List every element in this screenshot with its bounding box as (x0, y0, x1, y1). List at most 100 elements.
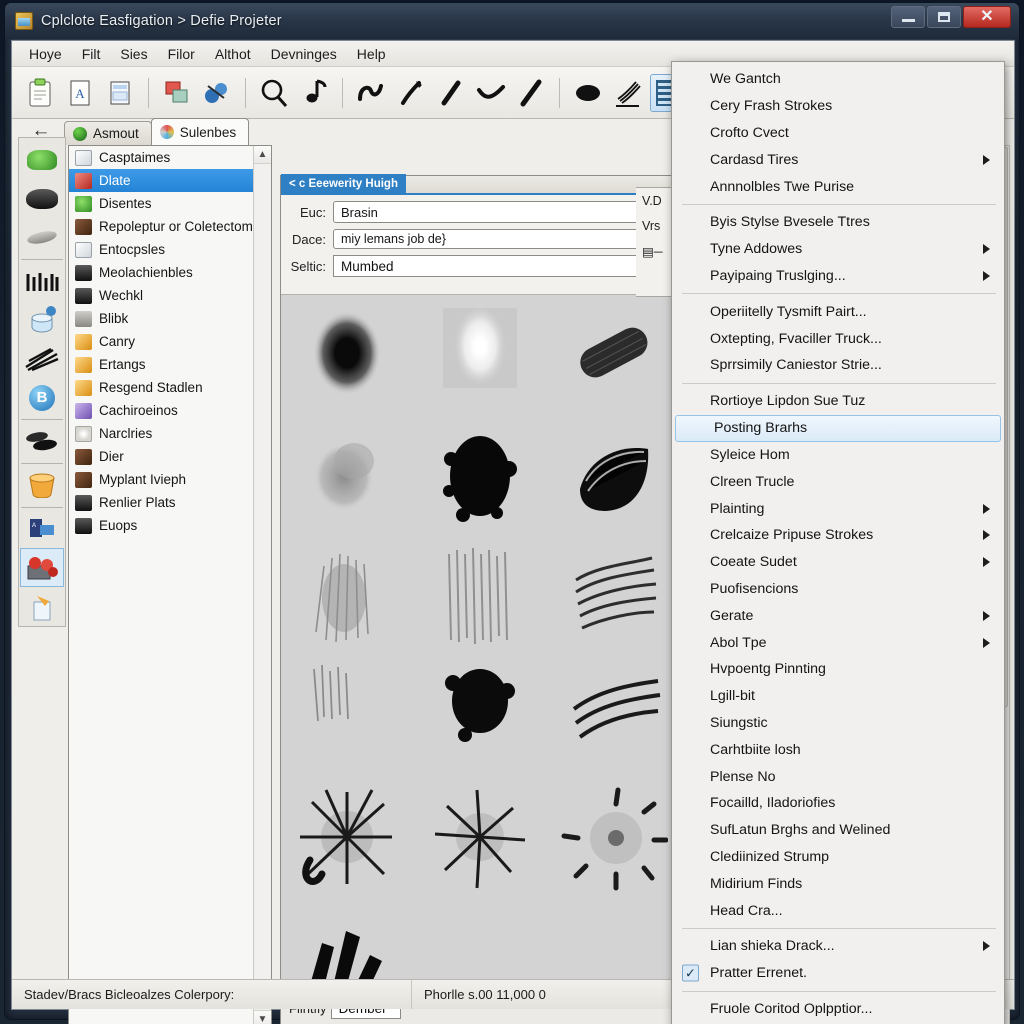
context-menu-item[interactable]: ✓ Pratter Errenet. (672, 960, 1004, 987)
bucket-tool[interactable] (20, 466, 64, 505)
list-item[interactable]: Dlate (69, 169, 253, 192)
jar-tool[interactable] (20, 301, 64, 340)
blob-black-tool[interactable] (20, 180, 64, 219)
context-menu-item[interactable]: Tyne Addowes (672, 236, 1004, 263)
menu-item-althot[interactable]: Althot (206, 43, 260, 65)
menu-item-filor[interactable]: Filor (159, 43, 204, 65)
tab-asmout[interactable]: Asmout (64, 121, 152, 145)
list-item[interactable]: Blibk (69, 307, 253, 330)
scroll-down-button[interactable]: ▼ (254, 1010, 271, 1024)
brush-swatch[interactable] (558, 298, 668, 413)
list-item[interactable]: Cachiroeinos (69, 399, 253, 422)
dace-combobox[interactable]: miy lemans job de} (333, 229, 653, 249)
context-menu-item[interactable]: Byis Stylse Bvesele Ttres (672, 209, 1004, 236)
rake-icon[interactable] (610, 74, 646, 112)
palette-icon[interactable] (199, 74, 235, 112)
list-item[interactable]: Casptaimes (69, 146, 253, 169)
close-button[interactable]: ✕ (963, 6, 1011, 28)
list-item[interactable]: Meolachienbles (69, 261, 253, 284)
menu-item-devninges[interactable]: Devninges (262, 43, 346, 65)
scratch-tool[interactable] (20, 340, 64, 379)
pen-icon[interactable] (393, 74, 429, 112)
sponge-tool[interactable] (20, 422, 64, 461)
context-menu-item[interactable]: Abol Tpe (672, 629, 1004, 656)
context-menu-item[interactable]: Plense No (672, 763, 1004, 790)
brush-swatch[interactable] (425, 419, 535, 534)
context-menu[interactable]: We Gantch Cery Frash Strokes Crofto Cvect C… (671, 61, 1005, 1024)
list-item[interactable]: Ertangs (69, 353, 253, 376)
layers-icon[interactable] (159, 74, 195, 112)
context-menu-item[interactable]: Posting Brarhs (675, 414, 1001, 442)
brush-swatch[interactable] (292, 661, 402, 776)
brush-swatch[interactable] (558, 419, 668, 534)
list-item[interactable]: Wechkl (69, 284, 253, 307)
brush-swatch[interactable] (558, 661, 668, 776)
blob-icon[interactable] (570, 74, 606, 112)
list-item[interactable]: Disentes (69, 192, 253, 215)
context-menu-item[interactable]: Rortioye Lipdon Sue Tuz (672, 388, 1004, 415)
menu-item-hoye[interactable]: Hoye (20, 43, 71, 65)
context-menu-item[interactable]: Cery Frash Strokes (672, 93, 1004, 120)
clipboard-icon[interactable] (22, 74, 58, 112)
blender-b-tool[interactable]: B (20, 378, 64, 417)
note-icon[interactable] (296, 74, 332, 112)
context-menu-item[interactable]: Crelcaize Pripuse Strokes (672, 522, 1004, 549)
minimize-button[interactable] (891, 6, 925, 28)
tab-sulenbes[interactable]: Sulenbes (150, 118, 250, 145)
brush-swatch[interactable] (425, 661, 535, 776)
context-menu-item[interactable]: Midirium Finds (672, 870, 1004, 897)
context-menu-item[interactable]: Head Cra... (672, 897, 1004, 924)
brush-swatch[interactable] (292, 298, 402, 413)
curve-icon[interactable] (473, 74, 509, 112)
brush-swatch[interactable] (292, 419, 402, 534)
context-menu-item[interactable]: Lgill-bit (672, 683, 1004, 710)
seltic-input[interactable]: Mumbed (333, 255, 653, 277)
brush-swatch[interactable] (425, 782, 535, 897)
smudge-oils-tool[interactable] (20, 219, 64, 258)
comb-tool[interactable] (20, 262, 64, 301)
context-menu-item[interactable]: We Gantch (672, 66, 1004, 93)
context-menu-item[interactable]: Oxtepting, Fvaciller Truck... (672, 325, 1004, 352)
brush-swatch[interactable] (558, 782, 668, 897)
list-item[interactable]: Repoleptur or Coletectom (69, 215, 253, 238)
context-menu-item[interactable]: Coeate Sudet (672, 549, 1004, 576)
brush-swatch[interactable] (292, 782, 402, 897)
menu-item-sies[interactable]: Sies (111, 43, 156, 65)
list-scrollbar[interactable]: ▲ ▼ (253, 146, 271, 1024)
context-menu-item[interactable]: Crofto Cvect (672, 120, 1004, 147)
title-bar[interactable]: Cplclote Easfigation > Defie Projeter ✕ (5, 3, 1019, 39)
pencil-icon[interactable] (433, 74, 469, 112)
maximize-button[interactable] (927, 6, 961, 28)
toolbox-tool[interactable] (20, 548, 64, 588)
panel-tab-active[interactable]: < c Eeewerity Huigh (281, 174, 406, 193)
euc-combobox[interactable]: Brasin (333, 201, 671, 223)
brush-swatch[interactable] (425, 540, 535, 655)
brush-swatch[interactable] (558, 540, 668, 655)
list-item[interactable]: Myplant Ivieph (69, 468, 253, 491)
context-menu-item[interactable]: Siungstic (672, 710, 1004, 737)
context-menu-item[interactable]: Payipaing Truslging... (672, 263, 1004, 290)
pages-icon[interactable] (102, 74, 138, 112)
context-menu-item[interactable]: Syleice Hom (672, 442, 1004, 469)
menu-item-help[interactable]: Help (348, 43, 395, 65)
context-menu-item[interactable]: Puofisencions (672, 576, 1004, 603)
context-menu-item[interactable]: Cardasd Tires (672, 146, 1004, 173)
zoom-icon[interactable] (256, 74, 292, 112)
brush-swatch[interactable] (292, 903, 402, 988)
scroll-up-button[interactable]: ▲ (254, 146, 271, 164)
brush-swatch[interactable] (292, 540, 402, 655)
slash-icon[interactable] (513, 74, 549, 112)
context-menu-item[interactable]: Operiitelly Tysmift Pairt... (672, 298, 1004, 325)
context-menu-item[interactable]: Plainting (672, 495, 1004, 522)
context-menu-item[interactable]: Lian shieka Drack... (672, 933, 1004, 960)
cup-tool[interactable] (20, 587, 64, 626)
context-menu-item[interactable]: Focailld, Iladoriofies (672, 790, 1004, 817)
context-menu-item[interactable]: Clreen Trucle (672, 468, 1004, 495)
context-menu-item[interactable]: Hvpoentg Pinnting (672, 656, 1004, 683)
brush-swatch-pane[interactable] (281, 294, 679, 988)
splatter-green-tool[interactable] (20, 141, 64, 180)
list-item[interactable]: Entocpsles (69, 238, 253, 261)
brush-swatch[interactable] (425, 298, 535, 413)
squiggle-icon[interactable] (353, 74, 389, 112)
context-menu-item[interactable]: Gerate (672, 602, 1004, 629)
